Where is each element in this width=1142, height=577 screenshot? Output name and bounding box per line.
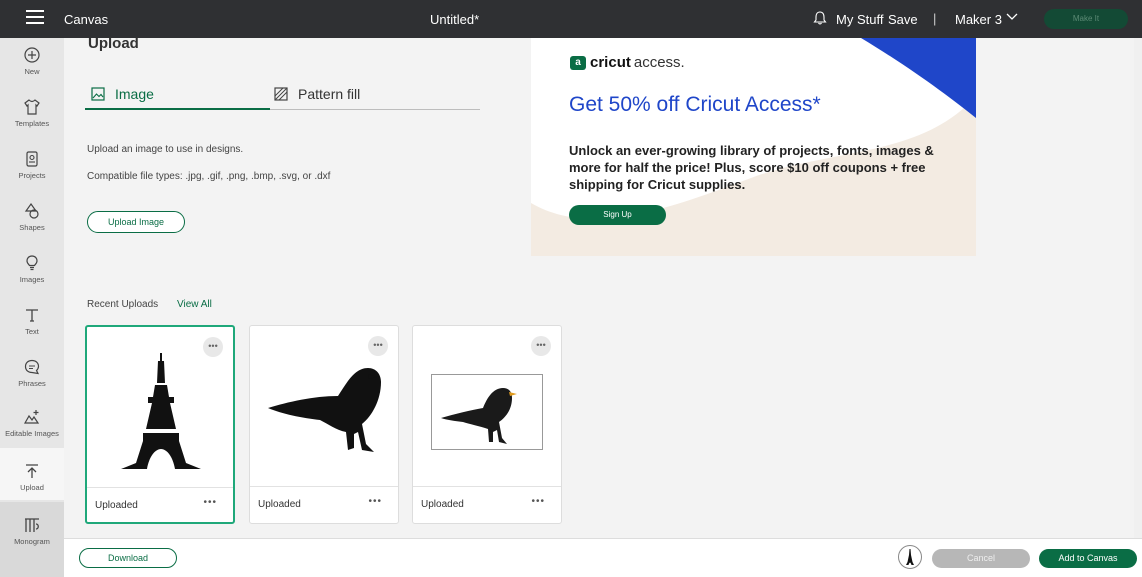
hamburger-menu-icon[interactable] — [26, 10, 44, 24]
cancel-button[interactable]: Cancel — [932, 549, 1030, 568]
upload-card[interactable]: ••• Uploaded ••• — [249, 325, 399, 524]
speech-bubble-icon — [24, 359, 40, 375]
upload-image-button[interactable]: Upload Image — [87, 211, 185, 233]
logo-badge: a — [570, 55, 586, 70]
card-divider — [87, 487, 233, 488]
card-menu-icon[interactable]: ••• — [368, 496, 382, 507]
sidebar-item-templates[interactable]: Templates — [0, 98, 64, 128]
sidebar-item-monogram[interactable]: Monogram — [0, 502, 64, 577]
logo-suffix: access. — [633, 54, 685, 71]
recent-uploads-label: Recent Uploads — [87, 299, 159, 310]
image-icon — [91, 87, 105, 101]
card-label: Uploaded — [258, 499, 301, 510]
sidebar-item-shapes[interactable]: Shapes — [0, 202, 64, 232]
eiffel-tower-image — [121, 353, 201, 469]
sidebar-label: Projects — [18, 171, 46, 180]
make-it-button[interactable]: Make It — [1044, 9, 1128, 29]
sidebar-item-upload[interactable]: Upload — [0, 448, 64, 500]
left-sidebar: New Templates Projects Shapes Images Tex… — [0, 38, 64, 577]
card-menu-icon[interactable]: ••• — [531, 496, 545, 507]
add-to-canvas-button[interactable]: Add to Canvas — [1039, 549, 1137, 568]
sidebar-label: Images — [19, 275, 45, 284]
upload-card[interactable]: ••• Uploaded ••• — [85, 325, 235, 524]
sidebar-item-editable-images[interactable]: Editable Images — [0, 408, 64, 438]
separator: | — [933, 11, 937, 26]
panel-scrollbar[interactable] — [1134, 38, 1142, 538]
editable-images-icon — [23, 410, 40, 424]
pattern-icon — [274, 87, 288, 101]
my-stuff-link[interactable]: My Stuff — [836, 12, 883, 27]
lightbulb-icon — [26, 255, 38, 271]
bell-icon[interactable] — [812, 10, 828, 26]
sidebar-label: Shapes — [19, 223, 45, 232]
logo-brand: cricut — [590, 54, 631, 71]
tab-active-indicator — [85, 108, 270, 110]
machine-selector[interactable]: Maker 3 — [955, 12, 1002, 27]
sidebar-label: Phrases — [18, 379, 46, 388]
tab-label: Pattern fill — [298, 86, 361, 102]
sidebar-item-new[interactable]: New — [0, 46, 64, 76]
card-label: Uploaded — [421, 499, 464, 510]
blackbird-photo-image — [431, 374, 543, 450]
promo-headline: Get 50% off Cricut Access* — [569, 93, 821, 116]
save-button[interactable]: Save — [888, 12, 918, 27]
sidebar-label: Text — [25, 327, 39, 336]
sidebar-label: Templates — [14, 119, 50, 128]
view-all-link[interactable]: View All — [177, 299, 212, 310]
sidebar-label: Editable Images — [5, 429, 59, 438]
text-icon — [26, 309, 38, 322]
card-divider — [413, 486, 561, 487]
document-title[interactable]: Untitled* — [430, 12, 479, 27]
card-menu-icon[interactable]: ••• — [203, 497, 217, 508]
more-options-icon[interactable]: ••• — [203, 337, 223, 357]
panel-heading: Upload — [88, 35, 139, 52]
card-label: Uploaded — [95, 500, 138, 511]
more-options-icon[interactable]: ••• — [368, 336, 388, 356]
sidebar-label: New — [24, 67, 40, 76]
upload-card[interactable]: ••• Uploaded ••• — [412, 325, 562, 524]
upload-icon — [26, 464, 38, 478]
selected-image-thumbnail — [898, 545, 922, 569]
promo-banner: a cricut access. Get 50% off Cricut Acce… — [531, 38, 976, 256]
top-bar: Canvas Untitled* My Stuff Save | Maker 3… — [0, 0, 1142, 38]
app-name: Canvas — [64, 12, 109, 27]
sidebar-item-phrases[interactable]: Phrases — [0, 358, 64, 388]
tab-label: Image — [115, 86, 154, 102]
file-types-note: Compatible file types: .jpg, .gif, .png,… — [87, 171, 331, 182]
plus-circle-icon — [24, 47, 40, 63]
projects-icon — [26, 151, 38, 167]
sidebar-item-text[interactable]: Text — [0, 306, 64, 336]
sidebar-label: Monogram — [14, 537, 50, 546]
eiffel-thumbnail-icon — [906, 549, 914, 565]
tab-image[interactable]: Image — [91, 86, 154, 102]
sidebar-label: Upload — [20, 483, 44, 492]
cricut-access-logo: a cricut access. — [570, 54, 685, 71]
download-button[interactable]: Download — [79, 548, 177, 568]
chevron-down-icon[interactable] — [1006, 12, 1018, 22]
card-divider — [250, 486, 398, 487]
tab-pattern-fill[interactable]: Pattern fill — [274, 86, 360, 102]
upload-description: Upload an image to use in designs. — [87, 144, 244, 155]
promo-body: Unlock an ever-growing library of projec… — [569, 143, 934, 192]
sidebar-item-projects[interactable]: Projects — [0, 150, 64, 180]
sidebar-item-images[interactable]: Images — [0, 254, 64, 284]
sign-up-button[interactable]: Sign Up — [569, 205, 666, 225]
monogram-icon — [25, 518, 39, 532]
more-options-icon[interactable]: ••• — [531, 336, 551, 356]
bird-silhouette-image — [268, 368, 381, 452]
shirt-icon — [24, 99, 40, 115]
shapes-icon — [24, 202, 39, 219]
